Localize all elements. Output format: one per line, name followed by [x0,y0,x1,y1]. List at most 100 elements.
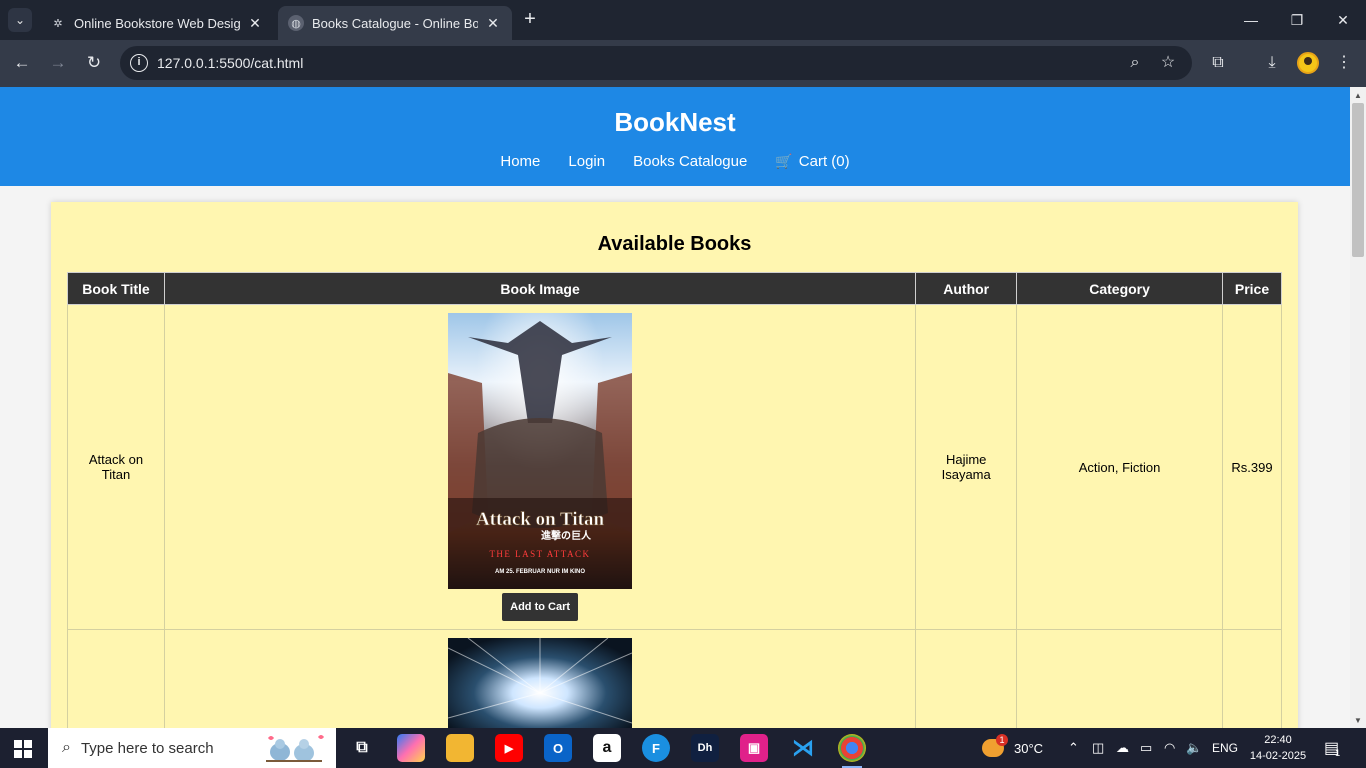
column-header-title: Book Title [67,272,165,305]
restore-icon[interactable]: ❐ [1282,8,1312,32]
tab-search-button[interactable]: ⌄ [8,8,32,32]
cart-icon: 🛒 [775,153,793,169]
column-header-category: Category [1016,272,1223,305]
browser-toolbar: ← → ↻ i 127.0.0.1:5500/cat.html ⌕ ☆ ⧉ ⤓ … [0,40,1366,87]
nav-home-link[interactable]: Home [500,153,540,170]
minimize-icon[interactable]: — [1236,8,1266,32]
notification-center-icon[interactable]: ▤ 1 [1324,728,1340,768]
catalogue-card: Available Books Book Title Book Image Au… [51,202,1298,728]
page-scrollbar[interactable]: ▲ ▼ [1350,87,1366,728]
nav-cart-link[interactable]: 🛒 Cart (0) [775,153,849,170]
site-nav: Home Login Books Catalogue 🛒 Cart (0) [0,153,1350,170]
tab-close-icon[interactable]: ✕ [246,15,264,32]
page-viewport: BookNest Home Login Books Catalogue 🛒 Ca… [0,87,1350,728]
tab-online-bookstore[interactable]: ✲ Online Bookstore Web Design ✕ [40,6,274,40]
book-author-cell [915,629,1018,728]
weather-badge: 1 [996,734,1008,746]
scrollbar-thumb[interactable] [1352,103,1364,257]
book-title-cell: Attack on Titan [67,304,165,630]
tab-close-icon[interactable]: ✕ [484,15,502,32]
search-icon: ⌕ [62,739,71,756]
book-price-cell [1221,629,1283,728]
column-header-image: Book Image [163,272,917,305]
table-header-row: Book Title Book Image Author Category Pr… [67,272,1283,305]
flipkart-icon[interactable]: F [642,734,670,762]
scroll-up-arrow-icon[interactable]: ▲ [1354,91,1362,100]
column-header-price: Price [1221,272,1283,305]
zoom-magnifier-icon[interactable]: ⌕ [1125,53,1145,73]
globe-favicon-icon: ◍ [288,15,304,31]
reload-icon[interactable]: ↻ [82,51,106,75]
battery-icon[interactable]: ▭ [1140,728,1152,768]
vscode-icon[interactable]: ⋊ [789,734,817,762]
book-author: Hajime Isayama [941,452,991,482]
book-title-cell [67,629,165,728]
url-text[interactable]: 127.0.0.1:5500/cat.html [157,55,303,71]
book-price-cell: Rs.399 [1221,304,1283,630]
disney-hotstar-icon[interactable]: Dh [691,734,719,762]
youtube-icon[interactable]: ▶ [495,734,523,762]
book-title: Attack on Titan [88,452,144,482]
book-image-cell [163,629,917,728]
windows-start-icon[interactable] [14,740,32,758]
clock-date: 14-02-2025 [1249,750,1307,762]
bookmark-star-icon[interactable]: ☆ [1158,53,1178,73]
openai-favicon-icon: ✲ [53,17,63,30]
tab-title: Books Catalogue - Online Book [312,15,478,31]
nav-login-link[interactable]: Login [568,153,605,170]
copilot-icon[interactable] [397,734,425,762]
weather-icon: 1 [982,734,1008,757]
catalogue-heading: Available Books [597,233,752,255]
file-explorer-icon[interactable] [446,734,474,762]
forward-arrow-icon[interactable]: → [46,51,70,75]
new-tab-plus-icon[interactable]: + [520,9,540,29]
outlook-icon[interactable]: O [544,734,572,762]
cover-subtitle-text: THE LAST ATTACK [490,549,591,559]
table-row [67,629,1283,728]
book-category-cell: Action, Fiction [1016,304,1223,630]
chrome-icon[interactable] [838,734,866,768]
cart-label: Cart (0) [798,153,850,170]
tab-books-catalogue[interactable]: ◍ Books Catalogue - Online Book ✕ [278,6,512,40]
chrome-menu-icon[interactable]: ⋮ [1333,52,1355,74]
add-to-cart-button[interactable]: Add to Cart [502,593,579,621]
close-window-icon[interactable]: ✕ [1328,8,1358,32]
taskbar-search-box[interactable]: ⌕ Type here to search [48,728,336,768]
task-view-icon[interactable]: ⧉ [348,734,376,762]
book-author-cell: Hajime Isayama [915,304,1018,630]
photo-app-icon[interactable]: ▣ [740,734,768,762]
scroll-down-arrow-icon[interactable]: ▼ [1354,716,1362,725]
onedrive-cloud-icon[interactable]: ☁ [1116,728,1129,768]
amazon-icon[interactable]: a [593,734,621,762]
weather-widget[interactable]: 1 30°C [982,728,1043,768]
books-table: Book Title Book Image Author Category Pr… [67,272,1283,728]
back-arrow-icon[interactable]: ← [10,51,34,75]
notification-count: 1 [1335,748,1341,758]
table-row: Attack on Titan Attack on Titan 進撃の巨人 TH… [67,304,1283,630]
volume-icon[interactable]: 🔈 [1186,728,1202,768]
extensions-puzzle-icon[interactable]: ⧉ [1207,52,1229,74]
download-icon[interactable]: ⤓ [1261,52,1283,74]
input-language[interactable]: ENG [1212,728,1238,768]
show-hidden-icons-chevron-icon[interactable]: ⌃ [1068,728,1079,768]
book-image-cell: Attack on Titan 進撃の巨人 THE LAST ATTACK AM… [163,304,917,630]
book-cover-image: Attack on Titan 進撃の巨人 THE LAST ATTACK AM… [448,313,633,589]
wifi-icon[interactable]: ◠ [1164,728,1175,768]
cover-japanese-text: 進撃の巨人 [541,529,592,542]
browser-tab-strip: ⌄ ✲ Online Bookstore Web Design ✕ ◍ Book… [0,0,1366,40]
site-header: BookNest Home Login Books Catalogue 🛒 Ca… [0,87,1350,186]
taskbar-clock[interactable]: 22:40 14-02-2025 [1248,732,1308,764]
windows-taskbar: ⌕ Type here to search ⧉ ▶ O a F Dh ▣ ⋊ 1… [0,728,1366,768]
search-placeholder: Type here to search [80,739,214,757]
book-category-cell [1016,629,1223,728]
cover-title-text: Attack on Titan [476,509,605,530]
site-info-icon[interactable]: i [130,54,148,72]
search-highlight-birds-icon [266,735,324,762]
meet-camera-icon[interactable]: ◫ [1092,728,1104,768]
profile-avatar[interactable] [1297,52,1319,74]
address-bar[interactable]: i 127.0.0.1:5500/cat.html ⌕ ☆ [120,46,1192,80]
tab-title: Online Bookstore Web Design [74,15,240,31]
cover-release-text: AM 25. FEBRUAR NUR IM KINO [495,569,585,575]
clock-time: 22:40 [1264,734,1292,746]
nav-books-catalogue-link[interactable]: Books Catalogue [633,153,747,170]
